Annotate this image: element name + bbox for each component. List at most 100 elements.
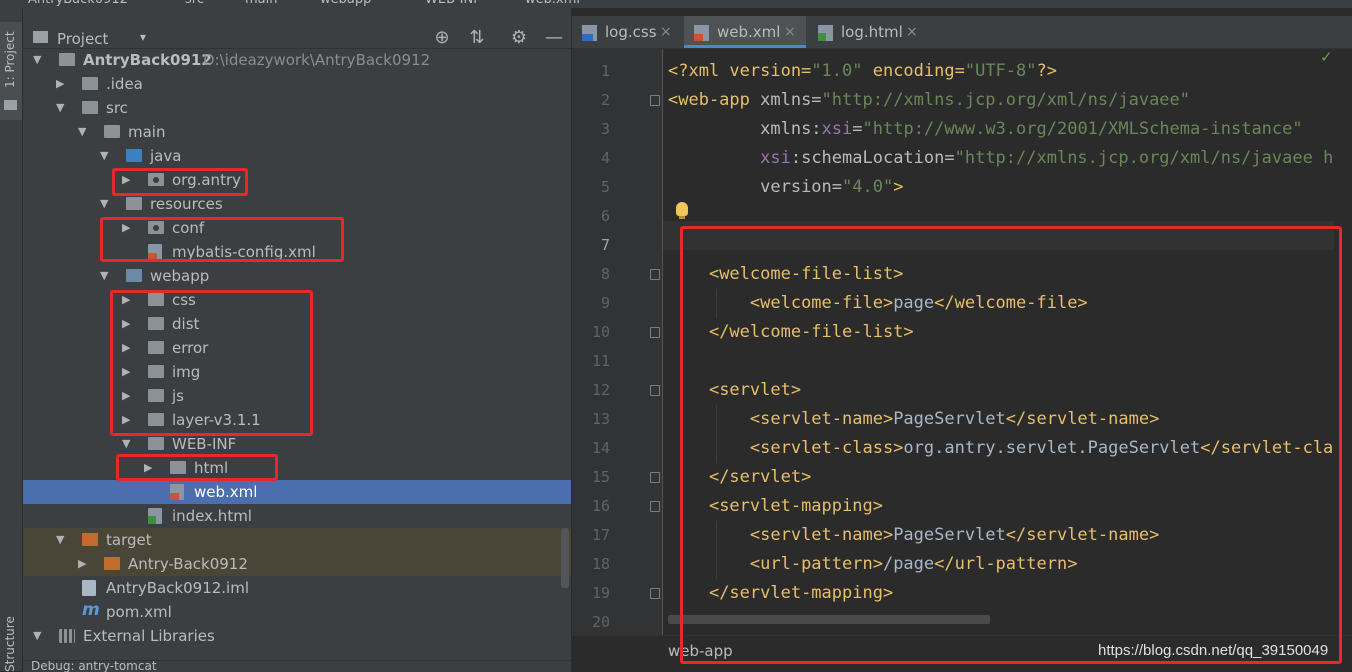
close-icon[interactable]: × [660, 16, 672, 48]
code-token: xmlns: [760, 119, 822, 139]
fold-marker-icon[interactable] [650, 501, 660, 512]
inspection-ok-icon[interactable]: ✓ [1320, 48, 1333, 66]
fold-marker-icon[interactable] [650, 95, 660, 106]
debug-tab-label[interactable]: Debug: antry-tomcat [31, 661, 157, 672]
project-panel-title[interactable]: Project [57, 30, 108, 48]
tree-item-main[interactable]: ▼ main [23, 120, 571, 144]
tree-item-label: pom.xml [106, 603, 172, 621]
title-fragment: src [185, 0, 204, 7]
web-folder-icon [126, 269, 142, 282]
tree-item-label: .idea [106, 75, 143, 93]
tree-item-src[interactable]: ▼ src [23, 96, 571, 120]
code-token: "UTF-8" [964, 61, 1037, 81]
editor-tabs: log.css × web.xml × log.html × [572, 16, 1352, 49]
code-token: <?xml version= [668, 61, 812, 81]
view-dropdown-icon[interactable]: ▾ [140, 30, 146, 44]
line-number: 12 [591, 381, 610, 399]
expanded-arrow-icon[interactable]: ▼ [100, 144, 112, 168]
tree-item-antry-back0912[interactable]: ▶ Antry-Back0912 [23, 552, 571, 576]
tree-item-antryback0912[interactable]: ▼ AntryBack0912 D:\ideazywork\AntryBack091… [23, 48, 571, 72]
collapse-icon[interactable]: ⇅ [466, 27, 488, 49]
line-number: 20 [591, 613, 610, 631]
fold-marker-icon[interactable] [650, 385, 660, 396]
xml-file-icon [170, 484, 184, 500]
tree-item-resources[interactable]: ▼ resources [23, 192, 571, 216]
editor-tab-log-html[interactable]: log.html × [808, 16, 928, 48]
editor-tab-label: log.css [605, 23, 657, 41]
lightbulb-icon[interactable] [676, 202, 688, 219]
gear-icon[interactable]: ⚙ [508, 27, 530, 49]
code-token: "http://xmlns.jcp.org/xml/ns/javaee http… [954, 148, 1338, 168]
collapsed-arrow-icon[interactable]: ▶ [56, 72, 68, 96]
code-token: ?> [1036, 61, 1057, 81]
tree-item-java[interactable]: ▼ java [23, 144, 571, 168]
tree-item-label: main [128, 123, 166, 141]
code-line: xmlns:xsi="http://www.w3.org/2001/XMLSch… [668, 115, 1303, 144]
code-token: "1.0" [811, 61, 863, 81]
line-number: 17 [591, 526, 610, 544]
title-fragment: main [245, 0, 277, 7]
css-file-icon [582, 25, 597, 41]
line-number: 3 [600, 120, 610, 138]
target-icon[interactable]: ⊕ [431, 27, 453, 49]
collapsed-arrow-icon[interactable]: ▶ [78, 552, 90, 576]
code-token: encoding= [862, 61, 965, 81]
tree-item-pom-xml[interactable]: m pom.xml [23, 600, 571, 624]
expanded-arrow-icon[interactable]: ▼ [100, 192, 112, 216]
expanded-arrow-icon[interactable]: ▼ [56, 96, 68, 120]
expanded-arrow-icon[interactable]: ▼ [56, 528, 68, 552]
code-token: <web-app [668, 90, 761, 110]
tree-item-target[interactable]: ▼ target [23, 528, 571, 552]
excluded-folder-icon [104, 557, 120, 570]
expanded-arrow-icon[interactable]: ▼ [78, 120, 90, 144]
tree-item-label: java [150, 147, 182, 165]
expanded-arrow-icon[interactable]: ▼ [33, 624, 45, 648]
expanded-arrow-icon[interactable]: ▼ [100, 264, 112, 288]
line-number: 19 [591, 584, 610, 602]
fold-marker-icon[interactable] [650, 269, 660, 280]
tree-item--idea[interactable]: ▶ .idea [23, 72, 571, 96]
line-number: 18 [591, 555, 610, 573]
fold-marker-icon[interactable] [650, 327, 660, 338]
fold-marker-icon[interactable] [650, 472, 660, 483]
close-icon[interactable]: × [784, 16, 796, 48]
title-fragment: WEB-INF [425, 0, 481, 7]
fold-marker-icon[interactable] [650, 588, 660, 599]
project-icon [33, 31, 48, 43]
source-folder-icon [126, 149, 142, 162]
annotation-box-webapp-folders [110, 290, 313, 436]
code-token: "http://www.w3.org/2001/XMLSchema-instan… [862, 119, 1303, 139]
project-tool-tab-label[interactable]: 1: Project [3, 31, 17, 88]
tree-item-index-html[interactable]: index.html [23, 504, 571, 528]
structure-tool-tab-label[interactable]: Structure [3, 616, 17, 672]
editor-tab-label: web.xml [717, 23, 781, 41]
line-number: 6 [600, 207, 610, 225]
title-fragment: AntryBack0912 [28, 0, 128, 7]
editor-tab-web-xml[interactable]: web.xml × [684, 16, 806, 48]
expanded-arrow-icon[interactable]: ▼ [33, 48, 45, 72]
tree-item-label: target [106, 531, 152, 549]
line-number: 13 [591, 410, 610, 428]
title-fragment: web.xml [525, 0, 580, 7]
close-icon[interactable]: × [906, 16, 918, 48]
tree-item-external-libraries[interactable]: ▼ External Libraries [23, 624, 571, 648]
tree-item-label: index.html [172, 507, 252, 525]
line-number: 2 [600, 91, 610, 109]
annotation-box-web-xml-config [680, 226, 1342, 664]
editor-tab-log-css[interactable]: log.css × [572, 16, 682, 48]
scrollbar[interactable] [561, 528, 569, 588]
debug-tool-window-bar[interactable]: Debug: antry-tomcat [23, 660, 571, 672]
left-tool-strip: 1: Project Structure [0, 8, 23, 672]
minimize-icon[interactable]: — [543, 27, 565, 49]
code-token: xmlns= [760, 90, 822, 110]
tree-item-antryback0912-iml[interactable]: AntryBack0912.iml [23, 576, 571, 600]
tree-item-web-xml[interactable]: web.xml [23, 480, 571, 504]
module-folder-icon [59, 53, 75, 66]
title-fragment: webapp [320, 0, 371, 7]
tree-item-webapp[interactable]: ▼ webapp [23, 264, 571, 288]
tree-item-org-antry[interactable]: ▶ org.antry [23, 168, 571, 192]
tree-item-label: webapp [150, 267, 210, 285]
tree-item-html[interactable]: ▶ html [23, 456, 571, 480]
code-token: :schemaLocation= [790, 148, 955, 168]
annotation-box-org-antry [112, 168, 248, 196]
